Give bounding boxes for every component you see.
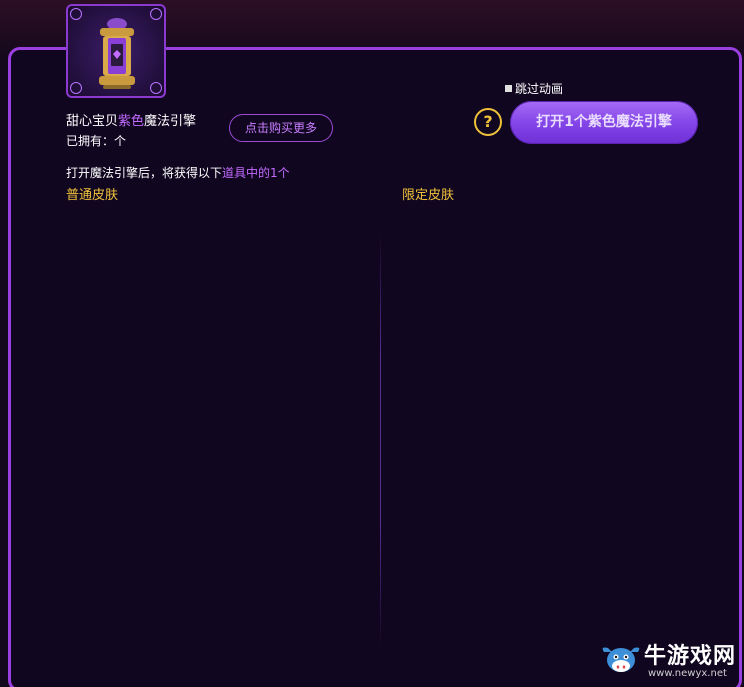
item-name-highlight: 紫色 <box>118 114 145 129</box>
corner-ornament-icon <box>70 82 82 94</box>
reward-description-highlight: 道具中的1个 <box>222 166 290 180</box>
item-image-card <box>66 4 166 98</box>
normal-skins-heading: 普通皮肤 <box>66 188 119 203</box>
skip-animation-checkbox[interactable] <box>505 85 512 92</box>
item-name-suffix: 魔法引擎 <box>144 114 197 129</box>
magic-engine-icon <box>99 18 135 89</box>
magic-engine-page: 甜心宝贝紫色魔法引擎 已拥有：个 点击购买更多 跳过动画 ? 打开1个紫色魔法引… <box>0 0 744 687</box>
corner-ornament-icon <box>150 82 162 94</box>
reward-description: 打开魔法引擎后，将获得以下道具中的1个 <box>66 164 290 181</box>
corner-ornament-icon <box>70 8 82 20</box>
help-button[interactable]: ? <box>474 108 502 136</box>
item-name-prefix: 甜心宝贝 <box>66 114 119 129</box>
skip-animation-toggle[interactable]: 跳过动画 <box>505 80 563 97</box>
watermark-url: www.newyx.net <box>648 668 727 679</box>
item-title: 甜心宝贝紫色魔法引擎 <box>66 110 196 129</box>
limited-skins-heading: 限定皮肤 <box>402 188 455 203</box>
open-engine-button[interactable]: 打开1个紫色魔法引擎 <box>510 101 698 144</box>
corner-ornament-icon <box>150 8 162 20</box>
reward-description-prefix: 打开魔法引擎后，将获得以下 <box>66 166 223 180</box>
column-divider <box>380 230 381 650</box>
watermark-text: 牛游戏网 <box>644 644 737 669</box>
owned-count: 已拥有：个 <box>66 134 127 148</box>
skip-animation-label: 跳过动画 <box>515 82 564 96</box>
buy-more-button[interactable]: 点击购买更多 <box>229 114 333 142</box>
watermark: 牛游戏网 www.newyx.net <box>600 638 740 682</box>
cow-logo-icon <box>602 647 640 672</box>
